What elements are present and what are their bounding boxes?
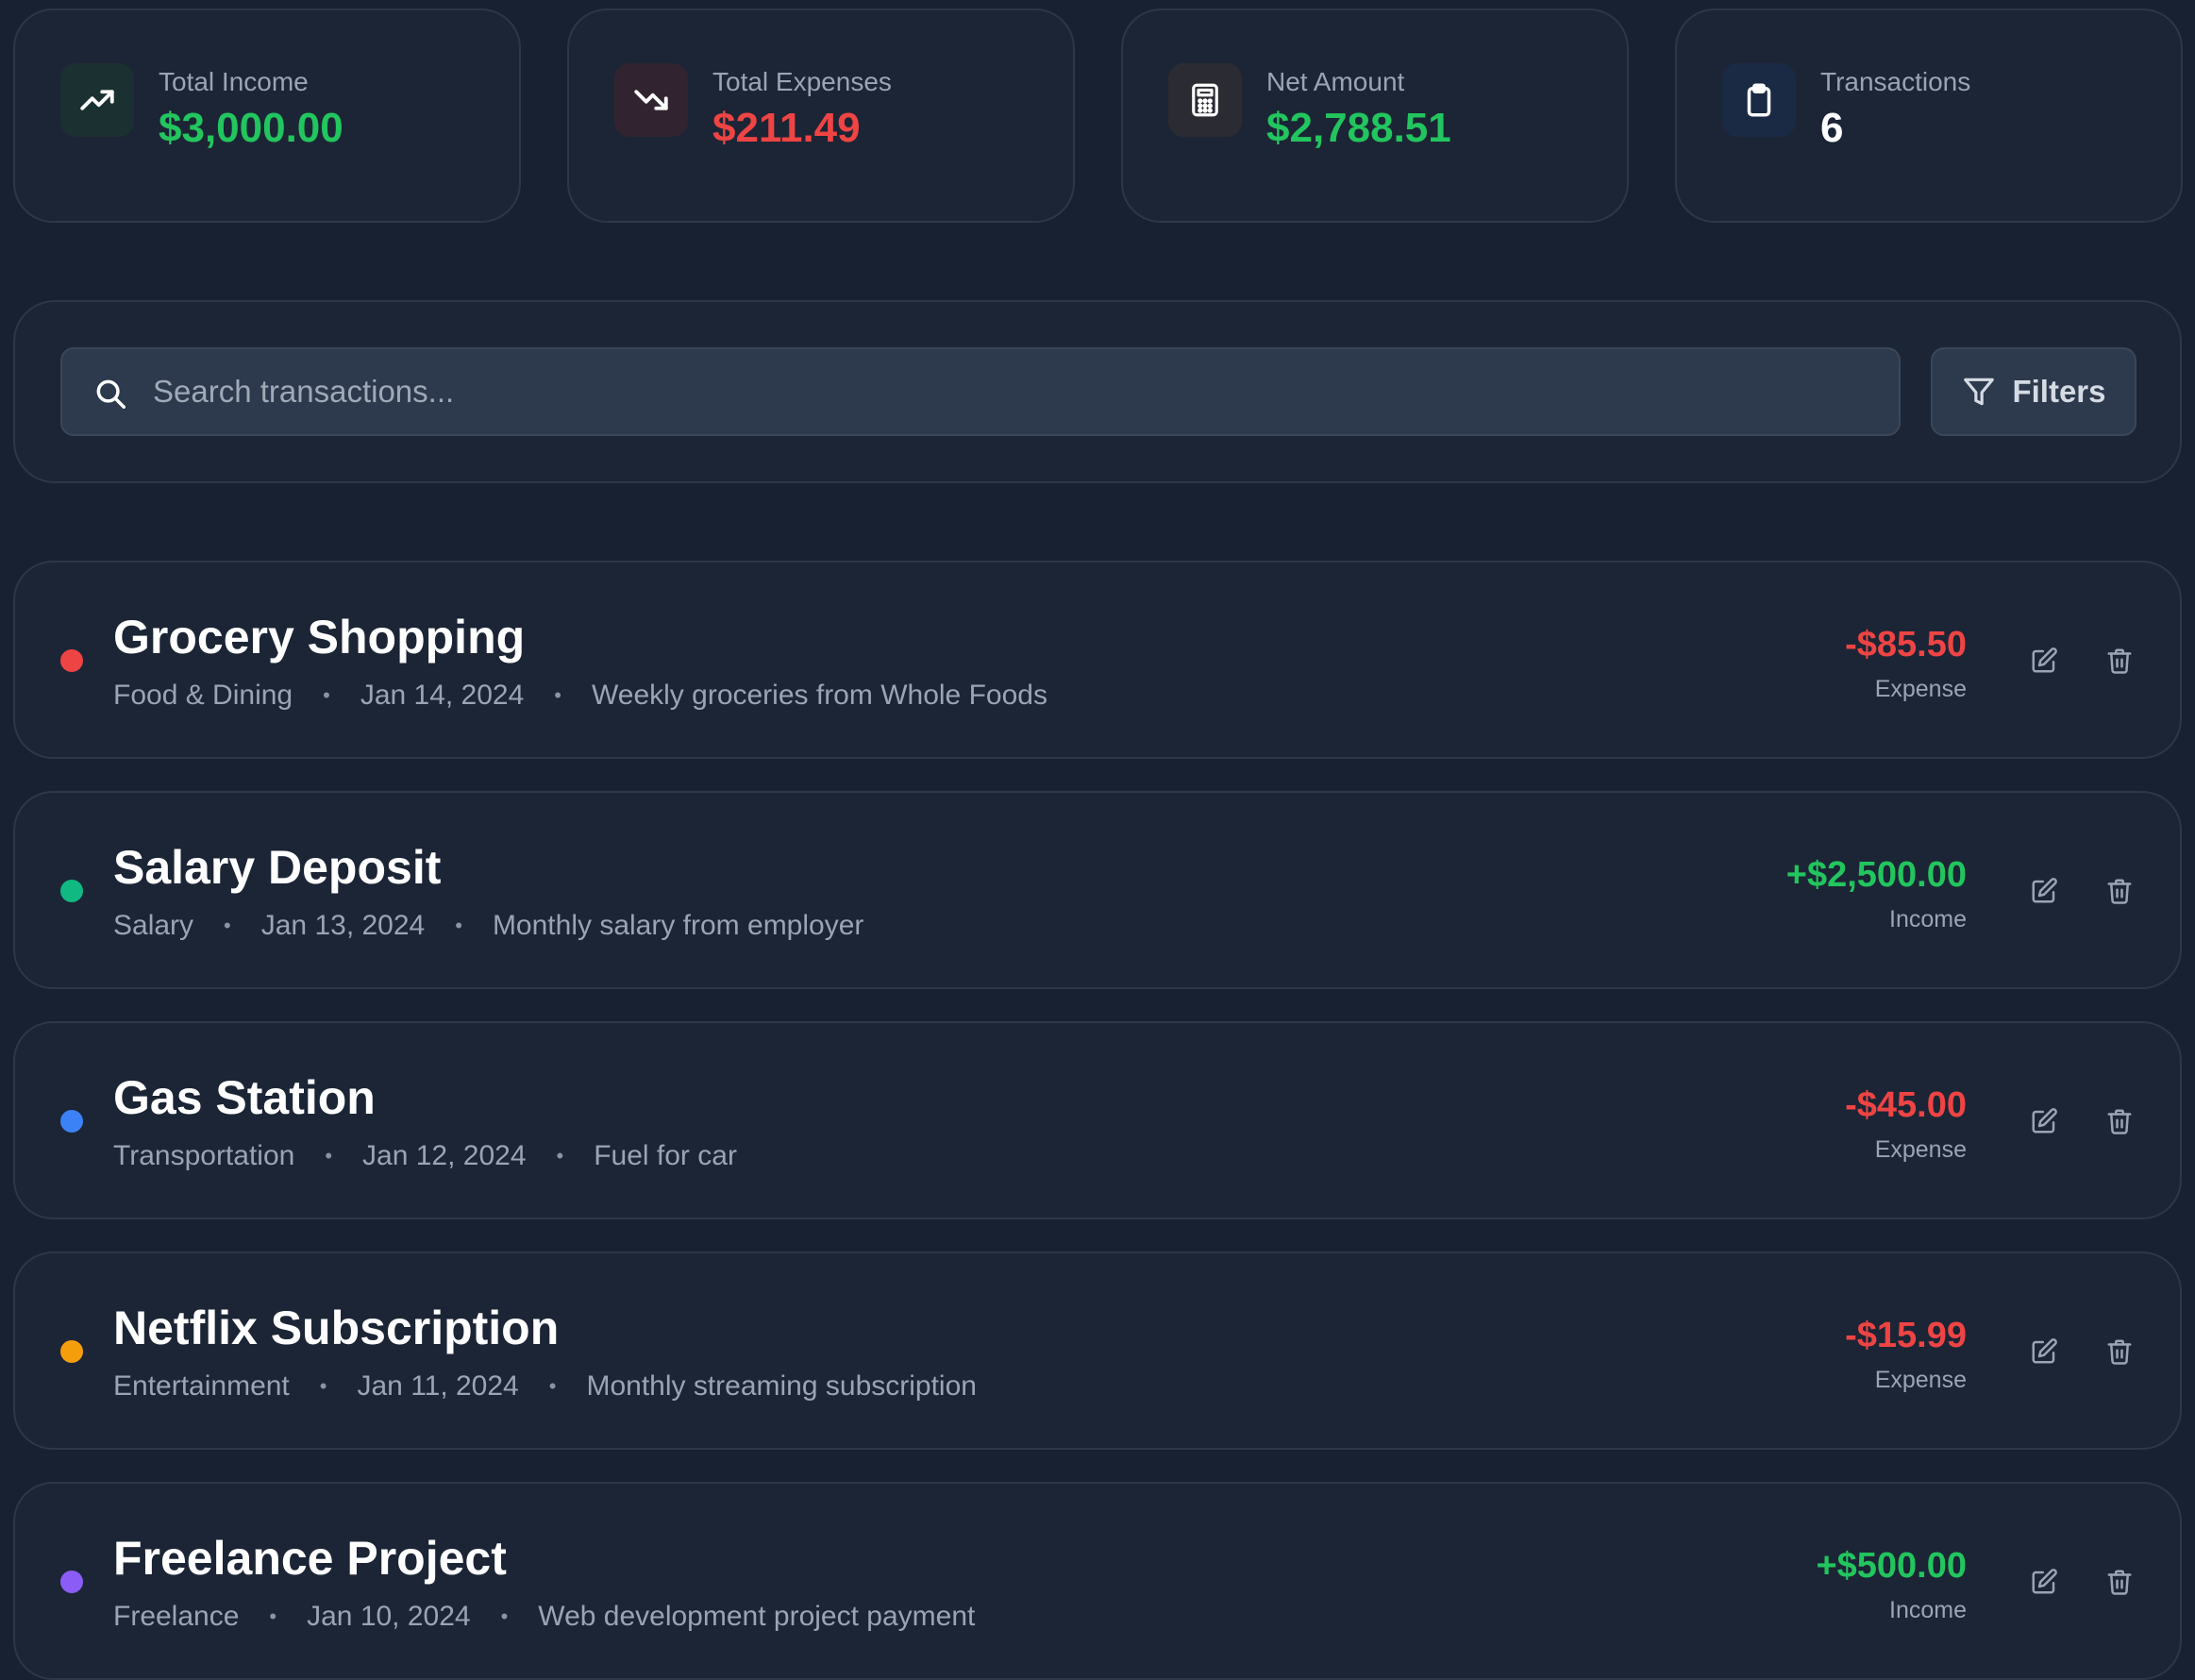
transaction-date: Jan 12, 2024 [362, 1140, 527, 1171]
category-dot [60, 649, 83, 672]
transaction-type: Income [1889, 1597, 1967, 1623]
transaction-meta: Freelance • Jan 10, 2024 • Web developme… [113, 1601, 975, 1633]
transaction-title: Freelance Project [113, 1532, 507, 1585]
edit-button[interactable] [2025, 872, 2063, 910]
stat-label: Total Income [159, 67, 309, 96]
search-panel: Filters [13, 300, 2182, 483]
trash-icon [2107, 1339, 2132, 1365]
search-input[interactable] [153, 349, 1880, 434]
calculator-icon [1168, 63, 1242, 137]
transaction-amount: -$15.99 [1845, 1316, 1967, 1355]
edit-icon [2032, 647, 2057, 673]
transaction-category: Food & Dining [113, 680, 293, 711]
delete-button[interactable] [2101, 1102, 2138, 1140]
edit-icon [2032, 878, 2057, 903]
stat-card-total-expenses: Total Expenses $211.49 [567, 8, 1075, 223]
stat-label: Transactions [1820, 67, 1971, 96]
stats-row: Total Income $3,000.00 Total Expenses $2… [0, 0, 2195, 227]
transaction-row[interactable]: Gas Station Transportation • Jan 12, 202… [13, 1021, 2182, 1219]
edit-icon [2032, 1108, 2057, 1134]
stat-value: $2,788.51 [1266, 105, 1451, 151]
trash-icon [2107, 1570, 2132, 1595]
edit-button[interactable] [2025, 1563, 2063, 1601]
stat-value: 6 [1820, 105, 1844, 151]
transaction-date: Jan 13, 2024 [260, 910, 426, 941]
transaction-title: Netflix Subscription [113, 1302, 560, 1354]
meta-separator: • [455, 914, 462, 937]
delete-button[interactable] [2101, 1563, 2138, 1601]
transaction-date: Jan 10, 2024 [307, 1601, 471, 1632]
delete-button[interactable] [2101, 1333, 2138, 1370]
stat-card-total-income: Total Income $3,000.00 [13, 8, 521, 223]
trash-icon [2107, 879, 2132, 904]
category-dot [60, 880, 83, 902]
transaction-note: Fuel for car [594, 1140, 737, 1171]
transaction-note: Monthly streaming subscription [586, 1370, 977, 1402]
delete-button[interactable] [2101, 642, 2138, 680]
stat-value: $211.49 [712, 105, 861, 151]
transaction-type: Income [1889, 906, 1967, 932]
meta-separator: • [319, 1374, 327, 1398]
transaction-amount: -$45.00 [1845, 1085, 1967, 1125]
transaction-amount: +$500.00 [1816, 1546, 1967, 1586]
transaction-title: Grocery Shopping [113, 611, 526, 664]
trash-icon [2107, 1109, 2132, 1134]
stat-label: Net Amount [1266, 67, 1405, 96]
stat-value: $3,000.00 [159, 105, 343, 151]
filter-icon [1964, 378, 1995, 406]
transaction-title: Salary Deposit [113, 841, 442, 894]
transaction-date: Jan 11, 2024 [357, 1370, 519, 1402]
transaction-note: Monthly salary from employer [492, 910, 864, 941]
trending-up-icon [60, 63, 134, 137]
transaction-category: Freelance [113, 1601, 240, 1632]
edit-button[interactable] [2025, 642, 2063, 680]
meta-separator: • [548, 1374, 557, 1398]
edit-button[interactable] [2025, 1333, 2063, 1370]
stat-card-transactions: Transactions 6 [1675, 8, 2183, 223]
edit-icon [2032, 1338, 2057, 1364]
meta-separator: • [269, 1604, 277, 1628]
category-dot [60, 1340, 83, 1363]
transaction-meta: Transportation • Jan 12, 2024 • Fuel for… [113, 1140, 737, 1172]
stat-card-net-amount: Net Amount $2,788.51 [1121, 8, 1629, 223]
transaction-meta: Entertainment • Jan 11, 2024 • Monthly s… [113, 1370, 977, 1403]
trash-icon [2107, 648, 2132, 674]
trending-down-icon [614, 63, 688, 137]
transaction-meta: Salary • Jan 13, 2024 • Monthly salary f… [113, 910, 863, 942]
transaction-type: Expense [1874, 676, 1967, 702]
category-dot [60, 1571, 83, 1593]
filters-button[interactable]: Filters [1931, 347, 2136, 436]
search-box[interactable] [60, 347, 1901, 436]
meta-separator: • [323, 683, 330, 707]
transaction-type: Expense [1874, 1367, 1967, 1393]
meta-separator: • [500, 1604, 509, 1628]
stat-label: Total Expenses [712, 67, 892, 96]
search-icon [96, 379, 126, 409]
edit-button[interactable] [2025, 1102, 2063, 1140]
meta-separator: • [556, 1144, 564, 1168]
transaction-note: Web development project payment [538, 1601, 976, 1632]
clipboard-icon [1722, 63, 1796, 137]
transaction-meta: Food & Dining • Jan 14, 2024 • Weekly gr… [113, 680, 1047, 712]
meta-separator: • [325, 1144, 333, 1168]
transaction-category: Salary [113, 910, 194, 941]
transaction-note: Weekly groceries from Whole Foods [592, 680, 1047, 711]
transaction-date: Jan 14, 2024 [360, 680, 525, 711]
transaction-row[interactable]: Grocery Shopping Food & Dining • Jan 14,… [13, 561, 2182, 759]
meta-separator: • [224, 914, 231, 937]
transaction-category: Transportation [113, 1140, 295, 1171]
transaction-row[interactable]: Salary Deposit Salary • Jan 13, 2024 • M… [13, 791, 2182, 989]
category-dot [60, 1110, 83, 1133]
transaction-title: Gas Station [113, 1071, 376, 1124]
edit-icon [2032, 1569, 2057, 1594]
transaction-amount: +$2,500.00 [1785, 855, 1967, 895]
transaction-type: Expense [1874, 1136, 1967, 1163]
filters-label: Filters [2012, 374, 2106, 409]
transaction-row[interactable]: Netflix Subscription Entertainment • Jan… [13, 1252, 2182, 1450]
delete-button[interactable] [2101, 872, 2138, 910]
meta-separator: • [554, 683, 561, 707]
transaction-row[interactable]: Freelance Project Freelance • Jan 10, 20… [13, 1482, 2182, 1680]
transaction-amount: -$85.50 [1845, 625, 1967, 664]
transaction-category: Entertainment [113, 1370, 290, 1402]
